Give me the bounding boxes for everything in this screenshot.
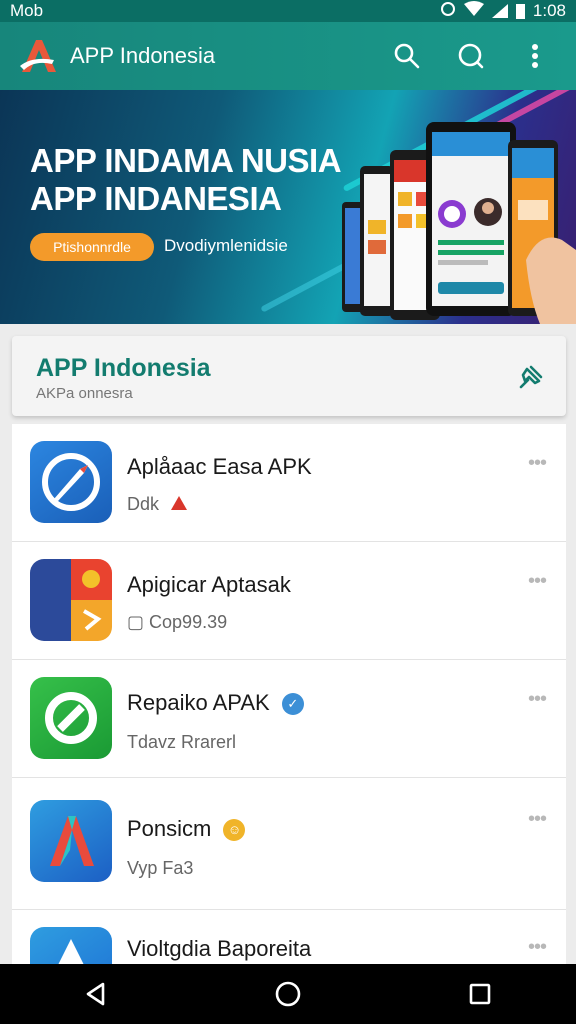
more-options-button[interactable]: ••• (522, 809, 552, 829)
list-item[interactable]: Repaiko APAK ✓ Tdavz Rrarerl ••• (12, 660, 566, 778)
pin-button[interactable] (512, 358, 550, 396)
app-name: Aplåaac Easa APK (127, 454, 312, 479)
signal-icon (491, 4, 508, 18)
banner-headline-line2: APP INDANESIA (30, 180, 282, 217)
list-item[interactable]: Aplåaac Easa APK Ddk ••• (12, 424, 566, 542)
app-name: Violtgdia Baporeita (127, 936, 312, 961)
sync-icon (440, 1, 456, 22)
app-meta: Tdavz Rrarerl (127, 732, 237, 752)
app-name: Repaiko APAK ✓ (127, 690, 304, 716)
rocket-compass-icon (30, 441, 112, 523)
home-icon (275, 981, 301, 1007)
green-circle-app-icon (30, 677, 112, 759)
search-icon (394, 43, 420, 69)
more-options-button[interactable]: ••• (522, 571, 552, 591)
wifi-icon (463, 1, 484, 21)
app-meta-text: Cop99.39 (149, 612, 228, 632)
back-button[interactable] (66, 969, 126, 1019)
chat-button[interactable] (454, 39, 488, 73)
section-header-card: APP Indonesia AKPa onnesra (12, 336, 566, 416)
clock: 1:08 (532, 1, 566, 20)
app-bar: APP Indonesia (0, 22, 576, 90)
app-name-text: Repaiko APAK (127, 690, 270, 715)
banner-subtitle: Dvodiymlenidsie (164, 236, 288, 255)
more-options-button[interactable]: ••• (522, 937, 552, 957)
phones-illustration (330, 110, 576, 324)
battery-icon (515, 3, 525, 19)
grid-apps-icon (30, 559, 112, 641)
more-options-button[interactable]: ••• (522, 689, 552, 709)
section-subtitle: AKPa onnesra (36, 385, 133, 402)
recents-button[interactable] (450, 969, 510, 1019)
emoji-badge-icon: ☺ (223, 819, 246, 842)
status-icons: 1:08 (440, 1, 566, 22)
app-list: Aplåaac Easa APK Ddk ••• Apigicar Aptasa… (12, 424, 566, 964)
banner-headline: APP INDAMA NUSIA APP INDANESIA (30, 142, 342, 218)
chat-icon (458, 43, 484, 69)
verified-icon: ✓ (281, 693, 304, 716)
app-logo-icon (18, 36, 58, 76)
promo-banner[interactable]: APP INDAMA NUSIA APP INDANESIA Ptishonnr… (0, 90, 576, 324)
list-item[interactable]: Violtgdia Baporeita ••• (12, 912, 566, 964)
more-options-button[interactable] (518, 39, 552, 73)
home-button[interactable] (258, 969, 318, 1019)
carrier-label: Mob (10, 1, 44, 20)
more-options-button[interactable]: ••• (522, 453, 552, 473)
app-meta: Vyp Fa3 (127, 858, 194, 878)
app-name: Ponsicm ☺ (127, 816, 246, 842)
app-meta: Ddk (127, 494, 188, 516)
triangle-app-icon (30, 927, 112, 964)
banner-cta-button[interactable]: Ptishonnrdle (30, 233, 154, 261)
search-button[interactable] (390, 39, 424, 73)
more-vert-icon (532, 44, 538, 68)
pin-icon (519, 365, 543, 389)
app-title: APP Indonesia (70, 43, 216, 68)
app-meta-text: Ddk (127, 494, 160, 514)
list-item[interactable]: Apigicar Aptasak ▢ Cop99.39 ••• (12, 542, 566, 660)
warning-icon (170, 494, 188, 516)
list-item[interactable]: Ponsicm ☺ Vyp Fa3 ••• (12, 780, 566, 910)
banner-headline-line1: APP INDAMA NUSIA (30, 142, 342, 179)
lock-icon: ▢ (127, 612, 145, 632)
back-icon (86, 982, 105, 1006)
status-bar: Mob 1:08 (0, 0, 576, 22)
app-name-text: Ponsicm (127, 816, 212, 841)
system-nav-bar (0, 964, 576, 1024)
app-name: Apigicar Aptasak (127, 572, 291, 597)
app-meta: ▢ Cop99.39 (127, 612, 227, 633)
letter-a-app-icon (30, 800, 112, 882)
recents-icon (469, 983, 491, 1005)
section-title: APP Indonesia (36, 354, 211, 382)
